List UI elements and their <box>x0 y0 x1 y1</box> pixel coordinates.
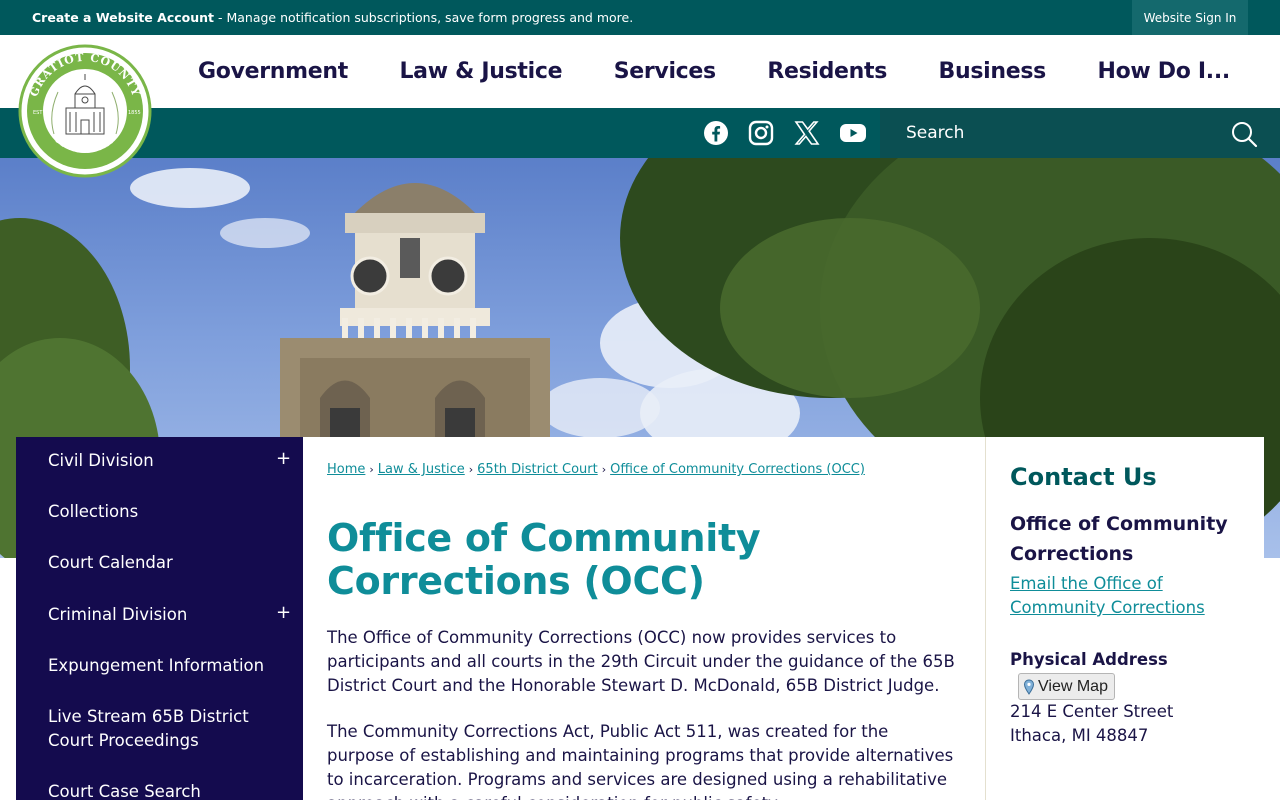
contact-org-name: Office of Community Corrections <box>1010 513 1228 565</box>
site-header: Government Law & Justice Services Reside… <box>0 35 1280 108</box>
physical-address-label: Physical Address <box>1010 650 1168 669</box>
sidebar-item-collections[interactable]: Collections <box>16 488 303 538</box>
breadcrumb: Home › Law & Justice › 65th District Court › O… <box>327 462 865 477</box>
sidebar-item-label: Live Stream 65B District Court Proceedin… <box>48 707 249 750</box>
act-paragraph: The Community Corrections Act, Public Ac… <box>327 722 954 800</box>
intro-paragraph: The Office of Community Corrections (OCC… <box>327 628 955 695</box>
sidebar-item-court-calendar[interactable]: Court Calendar <box>16 539 303 589</box>
search-icon[interactable] <box>1230 120 1258 148</box>
account-description: - Manage notification subscriptions, sav… <box>214 10 634 25</box>
logo-year-text: 1855 <box>128 110 141 116</box>
section-sidebar-nav: Civil Division + Collections Court Calen… <box>16 437 303 800</box>
nav-government[interactable]: Government <box>198 59 348 84</box>
account-message: Create a Website Account - Manage notifi… <box>32 10 633 25</box>
contact-panel: Contact Us Office of Community Correctio… <box>985 437 1264 800</box>
logo-est-text: EST <box>33 110 43 116</box>
sidebar-item-label: Criminal Division <box>48 605 188 624</box>
sidebar-item-court-case-search[interactable]: Court Case Search <box>16 768 303 800</box>
sidebar-item-live-stream[interactable]: Live Stream 65B District Court Proceedin… <box>16 693 303 763</box>
sidebar-item-label: Collections <box>48 502 139 521</box>
website-sign-in-button[interactable]: Website Sign In <box>1132 0 1248 35</box>
search-input[interactable] <box>906 108 1226 158</box>
main-navigation: Government Law & Justice Services Reside… <box>168 35 1260 108</box>
breadcrumb-65th-district-court[interactable]: 65th District Court <box>477 462 598 477</box>
page-title: Office of Community Corrections (OCC) <box>327 516 761 603</box>
x-icon[interactable] <box>792 118 822 148</box>
sidebar-item-label: Expungement Information <box>48 656 265 675</box>
sidebar-item-label: Court Calendar <box>48 553 173 572</box>
sidebar-item-expungement[interactable]: Expungement Information <box>16 642 303 692</box>
nav-how-do-i[interactable]: How Do I... <box>1097 59 1230 84</box>
sidebar-item-label: Civil Division <box>48 451 154 470</box>
facebook-icon[interactable] <box>701 118 731 148</box>
search-box <box>880 108 1280 158</box>
nav-business[interactable]: Business <box>939 59 1047 84</box>
breadcrumb-separator: › <box>369 463 374 476</box>
breadcrumb-law-justice[interactable]: Law & Justice <box>378 462 465 477</box>
county-seal-logo[interactable]: GRATIOT COUNTY MICHIGAN EST 1855 <box>18 44 152 178</box>
nav-law-justice[interactable]: Law & Justice <box>399 59 562 84</box>
create-account-link[interactable]: Create a Website Account <box>32 10 214 25</box>
map-pin-icon <box>1023 678 1035 695</box>
email-link[interactable]: Email the Office of Community Correction… <box>1010 572 1250 620</box>
expand-icon[interactable]: + <box>276 448 291 469</box>
address-street: 214 E Center Street <box>1010 702 1174 721</box>
expand-icon[interactable]: + <box>276 602 291 623</box>
nav-residents[interactable]: Residents <box>767 59 887 84</box>
sidebar-item-label: Court Case Search <box>48 782 201 800</box>
sidebar-item-criminal-division[interactable]: Criminal Division + <box>16 591 303 641</box>
view-map-button[interactable]: View Map <box>1018 673 1115 700</box>
breadcrumb-separator: › <box>468 463 474 476</box>
nav-services[interactable]: Services <box>614 59 716 84</box>
contact-title: Contact Us <box>1010 463 1157 491</box>
instagram-icon[interactable] <box>746 118 776 148</box>
top-utility-bar: Create a Website Account - Manage notifi… <box>0 0 1280 35</box>
sidebar-item-civil-division[interactable]: Civil Division + <box>16 437 303 487</box>
view-map-label: View Map <box>1038 677 1108 695</box>
breadcrumb-current-page[interactable]: Office of Community Corrections (OCC) <box>610 462 865 477</box>
youtube-icon[interactable] <box>838 118 868 148</box>
breadcrumb-separator: › <box>601 463 607 476</box>
breadcrumb-home[interactable]: Home <box>327 462 365 477</box>
main-content: Home › Law & Justice › 65th District Court › O… <box>303 437 985 800</box>
address-city: Ithaca, MI 48847 <box>1010 726 1149 745</box>
